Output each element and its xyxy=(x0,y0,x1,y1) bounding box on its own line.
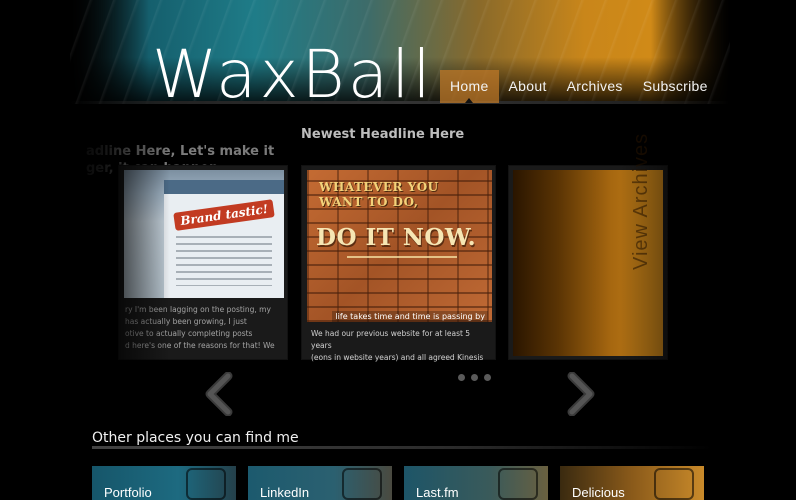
slider-prev-arrow-icon[interactable] xyxy=(198,372,238,416)
site-logo[interactable]: WaxBall xyxy=(152,40,434,110)
other-places-divider xyxy=(92,446,712,449)
main-nav: Home About Archives Subscribe xyxy=(440,70,718,103)
linkedin-doodle-icon xyxy=(342,468,382,500)
other-places-title: Other places you can find me xyxy=(92,430,299,446)
delicious-doodle-icon xyxy=(654,468,694,500)
screenshot-text-lines xyxy=(176,236,272,286)
portfolio-label: Portfolio xyxy=(104,485,152,500)
nav-about[interactable]: About xyxy=(499,70,557,103)
lastfm-label: Last.fm xyxy=(416,485,459,500)
linkedin-label: LinkedIn xyxy=(260,485,310,500)
nav-archives[interactable]: Archives xyxy=(557,70,633,103)
slider-fade-left xyxy=(60,120,170,370)
poster-top-text: WHATEVER YOU WANT TO DO, xyxy=(319,180,439,209)
poster-main-text: DO IT NOW. xyxy=(316,224,477,251)
slider-next-arrow-icon[interactable] xyxy=(562,372,602,416)
post-thumbnail-newest: WHATEVER YOU WANT TO DO, DO IT NOW. life… xyxy=(307,170,492,322)
linkedin-tile[interactable]: LinkedIn xyxy=(248,466,392,500)
screenshot-navbar xyxy=(164,180,284,194)
lastfm-tile[interactable]: Last.fm xyxy=(404,466,548,500)
pager-dot[interactable] xyxy=(471,374,478,381)
poster-flourish xyxy=(347,256,457,258)
nav-home[interactable]: Home xyxy=(440,70,499,103)
delicious-tile[interactable]: Delicious xyxy=(560,466,704,500)
post-excerpt-newest: We had our previous website for at least… xyxy=(311,329,484,362)
slider-pager-dots xyxy=(458,374,491,381)
portfolio-tile[interactable]: Portfolio xyxy=(92,466,236,500)
poster-foot-text: life takes time and time is passing by xyxy=(332,311,488,322)
post-card-newest[interactable]: WHATEVER YOU WANT TO DO, DO IT NOW. life… xyxy=(301,165,496,362)
slider-fade-right xyxy=(620,160,690,370)
lastfm-doodle-icon xyxy=(498,468,538,500)
portfolio-doodle-icon xyxy=(186,468,226,500)
delicious-label: Delicious xyxy=(572,485,625,500)
pager-dot[interactable] xyxy=(458,374,465,381)
nav-subscribe[interactable]: Subscribe xyxy=(633,70,718,103)
pager-dot[interactable] xyxy=(484,374,491,381)
post-headline-newest[interactable]: Newest Headline Here xyxy=(301,126,464,143)
